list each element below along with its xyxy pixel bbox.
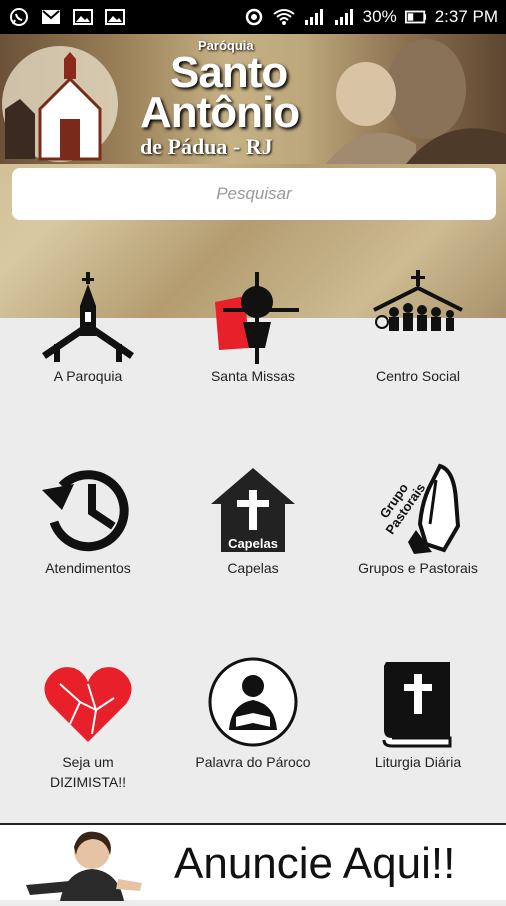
wifi-icon (273, 7, 295, 27)
menu-label: Atendimentos (45, 560, 131, 576)
menu-item-a-paroquia[interactable]: A Paroquia (4, 266, 172, 386)
saint-painting (326, 39, 506, 164)
menu-grid: A Paroquia Santa Missas Centro Social At… (0, 270, 506, 823)
notification-icons (8, 7, 126, 27)
menu-label: Santa Missas (210, 368, 296, 384)
eucharist-icon (203, 266, 303, 366)
system-status: 30% 2:37 PM (243, 7, 498, 27)
history-clock-icon (38, 458, 138, 558)
menu-label: A Paroquia (53, 368, 123, 384)
image-icon (104, 7, 126, 27)
menu-item-atendimentos[interactable]: Atendimentos (4, 458, 172, 578)
menu-item-liturgia-diaria[interactable]: Liturgia Diária (334, 652, 502, 772)
church-icon (38, 266, 138, 366)
chapel-icon: Capelas (203, 458, 303, 558)
whatsapp-icon (8, 7, 30, 27)
menu-label-line1: Seja um (62, 754, 114, 770)
signal-icon (333, 7, 355, 27)
ad-banner[interactable]: Anuncie Aqui!! (0, 823, 506, 901)
menu-item-grupos-pastorais[interactable]: Grupo Pastorais Grupos e Pastorais (334, 458, 502, 578)
menu-label: Grupos e Pastorais (358, 560, 478, 576)
bible-icon (368, 652, 468, 752)
menu-label: Capelas (227, 560, 279, 576)
battery-percent: 30% (362, 7, 397, 26)
priest-reading-icon (203, 652, 303, 752)
menu-item-centro-social[interactable]: Centro Social (334, 266, 502, 386)
menu-item-santa-missas[interactable]: Santa Missas (169, 266, 337, 386)
header-banner: Paróquia Santo Antônio de Pádua - RJ (0, 34, 506, 164)
menu-label: Palavra do Pároco (195, 754, 311, 770)
search-placeholder: Pesquisar (216, 184, 292, 203)
clock-time: 2:37 PM (434, 7, 498, 26)
menu-item-palavra-paroco[interactable]: Palavra do Pároco (169, 652, 337, 772)
search-input[interactable]: Pesquisar (12, 168, 496, 220)
gmail-icon (40, 7, 62, 27)
sync-icon (243, 7, 265, 27)
heart-icon (38, 652, 138, 752)
status-bar: 30% 2:37 PM (0, 0, 506, 34)
menu-label: Centro Social (375, 368, 461, 384)
menu-item-dizimista[interactable]: Seja um DIZIMISTA!! (4, 652, 172, 792)
social-center-icon (368, 266, 468, 366)
church-illustration (2, 46, 118, 162)
ad-text: Anuncie Aqui!! (174, 839, 456, 888)
battery-icon (404, 7, 427, 27)
praying-hands-icon: Grupo Pastorais (368, 458, 468, 558)
app-title-line2: Antônio (140, 88, 300, 137)
app-subtitle: de Pádua - RJ (140, 134, 273, 159)
ad-person-image (20, 829, 150, 901)
chapel-icon-text: Capelas (228, 536, 278, 551)
menu-label: Liturgia Diária (374, 754, 462, 770)
signal-icon (303, 7, 325, 27)
image-icon (72, 7, 94, 27)
menu-item-capelas[interactable]: Capelas Capelas (169, 458, 337, 578)
menu-label-line2: DIZIMISTA!! (50, 774, 126, 790)
